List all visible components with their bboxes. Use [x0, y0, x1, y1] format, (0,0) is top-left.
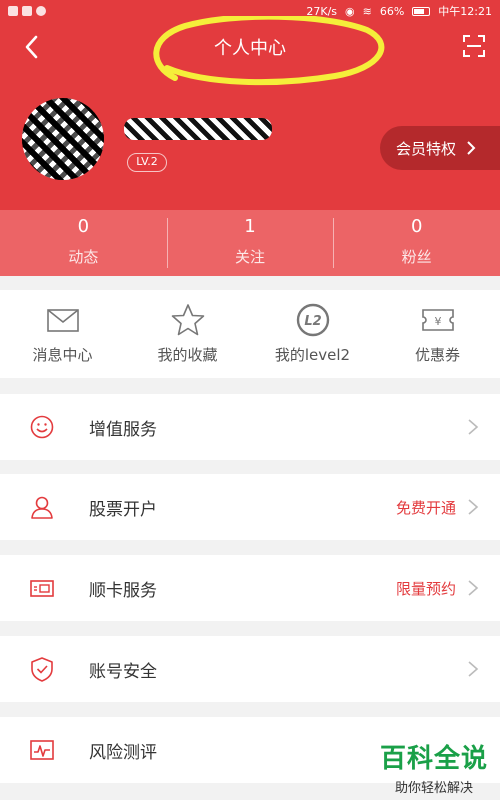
quick-actions: 消息中心 我的收藏 L2 我的level2 ¥ 优惠券	[0, 290, 500, 378]
personal-center-page: 27K/s ◉ ≋ 66% 中午12:21 个人中心 LV.2 会员特权 0 动…	[0, 0, 500, 800]
quick-label: 我的收藏	[157, 346, 218, 364]
stat-value: 1	[244, 216, 256, 237]
vip-label: 会员特权	[396, 139, 457, 158]
stat-label: 关注	[235, 248, 266, 266]
app-notification-icon	[8, 6, 18, 16]
card-icon	[30, 580, 54, 597]
vip-privileges-button[interactable]: 会员特权	[380, 126, 500, 170]
watermark-logo: 百科全说 助你轻松解决	[380, 738, 488, 796]
menu-row-stock-account[interactable]: 股票开户 免费开通	[0, 474, 500, 540]
menu-label: 账号安全	[89, 661, 157, 682]
watermark-title: 百科全说	[379, 744, 488, 774]
menu-row-value-added[interactable]: 增值服务	[0, 394, 500, 460]
notification-icons	[8, 6, 46, 16]
clock: 中午12:21	[438, 5, 492, 18]
quick-item-level2[interactable]: L2 我的level2	[250, 290, 375, 378]
svg-text:L2: L2	[304, 314, 321, 329]
cloud-icon	[36, 6, 46, 16]
avatar[interactable]	[22, 98, 104, 180]
battery-icon	[412, 6, 431, 16]
chevron-right-icon	[468, 499, 479, 515]
chevron-right-icon	[468, 580, 479, 596]
profile-header: 个人中心 LV.2 会员特权	[0, 16, 500, 210]
stat-value: 0	[77, 216, 90, 237]
scan-icon[interactable]	[462, 34, 486, 58]
envelope-icon	[46, 309, 79, 332]
page-title: 个人中心	[214, 38, 286, 59]
menu-extra-status: 免费开通	[395, 498, 456, 517]
menu-extra-status: 限量预约	[395, 579, 456, 598]
stats-bar: 0 动态 1 关注 0 粉丝	[0, 210, 500, 276]
menu-label: 增值服务	[89, 419, 157, 440]
chevron-right-icon	[468, 661, 479, 677]
quick-item-messages[interactable]: 消息中心	[0, 290, 125, 378]
level2-icon: L2	[296, 303, 329, 337]
menu-row-account-security[interactable]: 账号安全	[0, 636, 500, 702]
stat-label: 动态	[68, 248, 99, 266]
app-notification-icon	[22, 6, 32, 16]
stat-label: 粉丝	[401, 248, 432, 266]
level-badge: LV.2	[127, 153, 167, 172]
pulse-icon	[30, 740, 54, 760]
smile-icon	[30, 415, 54, 439]
quick-label: 消息中心	[32, 346, 93, 364]
chevron-right-icon	[468, 419, 479, 435]
coupon-icon: ¥	[421, 309, 454, 331]
star-icon	[171, 304, 204, 336]
chevron-right-icon	[467, 141, 476, 155]
menu-label: 风险测评	[89, 742, 157, 763]
menu-label: 顺卡服务	[89, 580, 157, 601]
quick-label: 优惠券	[414, 346, 460, 364]
stat-posts[interactable]: 0 动态	[0, 210, 167, 276]
stat-value: 0	[410, 216, 423, 237]
quick-item-coupons[interactable]: ¥ 优惠券	[375, 290, 500, 378]
menu-row-card-service[interactable]: 顺卡服务 限量预约	[0, 555, 500, 621]
menu-label: 股票开户	[89, 499, 157, 520]
shield-icon	[31, 657, 53, 682]
quick-item-favorites[interactable]: 我的收藏	[125, 290, 250, 378]
watermark-subtitle: 助你轻松解决	[394, 781, 473, 796]
username-redacted	[124, 118, 272, 140]
stat-following[interactable]: 1 关注	[166, 210, 334, 276]
person-icon	[31, 496, 53, 519]
quick-label: 我的level2	[274, 346, 351, 364]
stat-followers[interactable]: 0 粉丝	[333, 210, 500, 276]
svg-text:¥: ¥	[434, 315, 441, 328]
